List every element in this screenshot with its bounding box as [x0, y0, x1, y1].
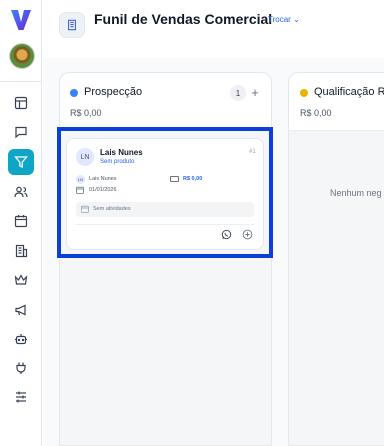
sidebar [0, 0, 42, 446]
page-title: Funil de Vendas Comercial [94, 11, 273, 27]
layout-icon [14, 96, 28, 110]
sidebar-item-calendar[interactable] [8, 208, 34, 234]
switch-pipeline-label: Trocar [268, 15, 291, 24]
column-total-value: R$ 0,00 [70, 108, 102, 118]
megaphone-icon [15, 304, 26, 316]
user-avatar-icon[interactable] [9, 43, 35, 69]
crown-icon [14, 274, 28, 285]
chat-icon [15, 126, 27, 139]
building-icon [15, 244, 28, 258]
plug-icon [16, 362, 26, 374]
column-header: Qualificação Re R$ 0,00 [289, 73, 384, 131]
building-icon [68, 19, 76, 31]
column-status-dot [300, 89, 308, 97]
highlight-box [57, 127, 273, 258]
column-qualificacao: Qualificação Re R$ 0,00 [288, 72, 384, 446]
sidebar-item-bot[interactable] [8, 326, 34, 352]
sidebar-item-funnel[interactable] [8, 149, 34, 175]
sidebar-item-settings[interactable] [8, 384, 34, 410]
column-count-badge: 1 [230, 85, 246, 101]
v-logo-icon[interactable] [8, 7, 34, 33]
add-deal-button[interactable]: + [248, 85, 262, 101]
column-status-dot [70, 89, 78, 97]
bot-icon [15, 334, 27, 345]
sidebar-item-campaigns[interactable] [8, 297, 34, 323]
sidebar-item-chat[interactable] [8, 119, 34, 145]
pipeline-icon-box [59, 12, 85, 38]
column-total-value: R$ 0,00 [300, 108, 332, 118]
column-title: Qualificação Re [314, 86, 384, 98]
filter-icon [14, 156, 28, 169]
sidebar-item-dashboard[interactable] [8, 90, 34, 116]
users-icon [14, 186, 28, 198]
sidebar-item-contacts[interactable] [8, 179, 34, 205]
switch-pipeline-button[interactable]: Trocar ⌄ [268, 15, 300, 24]
sidebar-item-integrations[interactable] [8, 355, 34, 381]
calendar-icon [14, 215, 28, 228]
column-header: Prospecção R$ 0,00 1 + [60, 73, 271, 131]
chevron-down-icon: ⌄ [293, 15, 300, 24]
sidebar-divider [0, 81, 42, 82]
column-title: Prospecção [84, 86, 143, 98]
sliders-icon [16, 391, 26, 403]
sidebar-item-premium[interactable] [8, 267, 34, 293]
sidebar-item-companies[interactable] [8, 238, 34, 264]
empty-column-message: Nenhum neg [330, 188, 382, 198]
